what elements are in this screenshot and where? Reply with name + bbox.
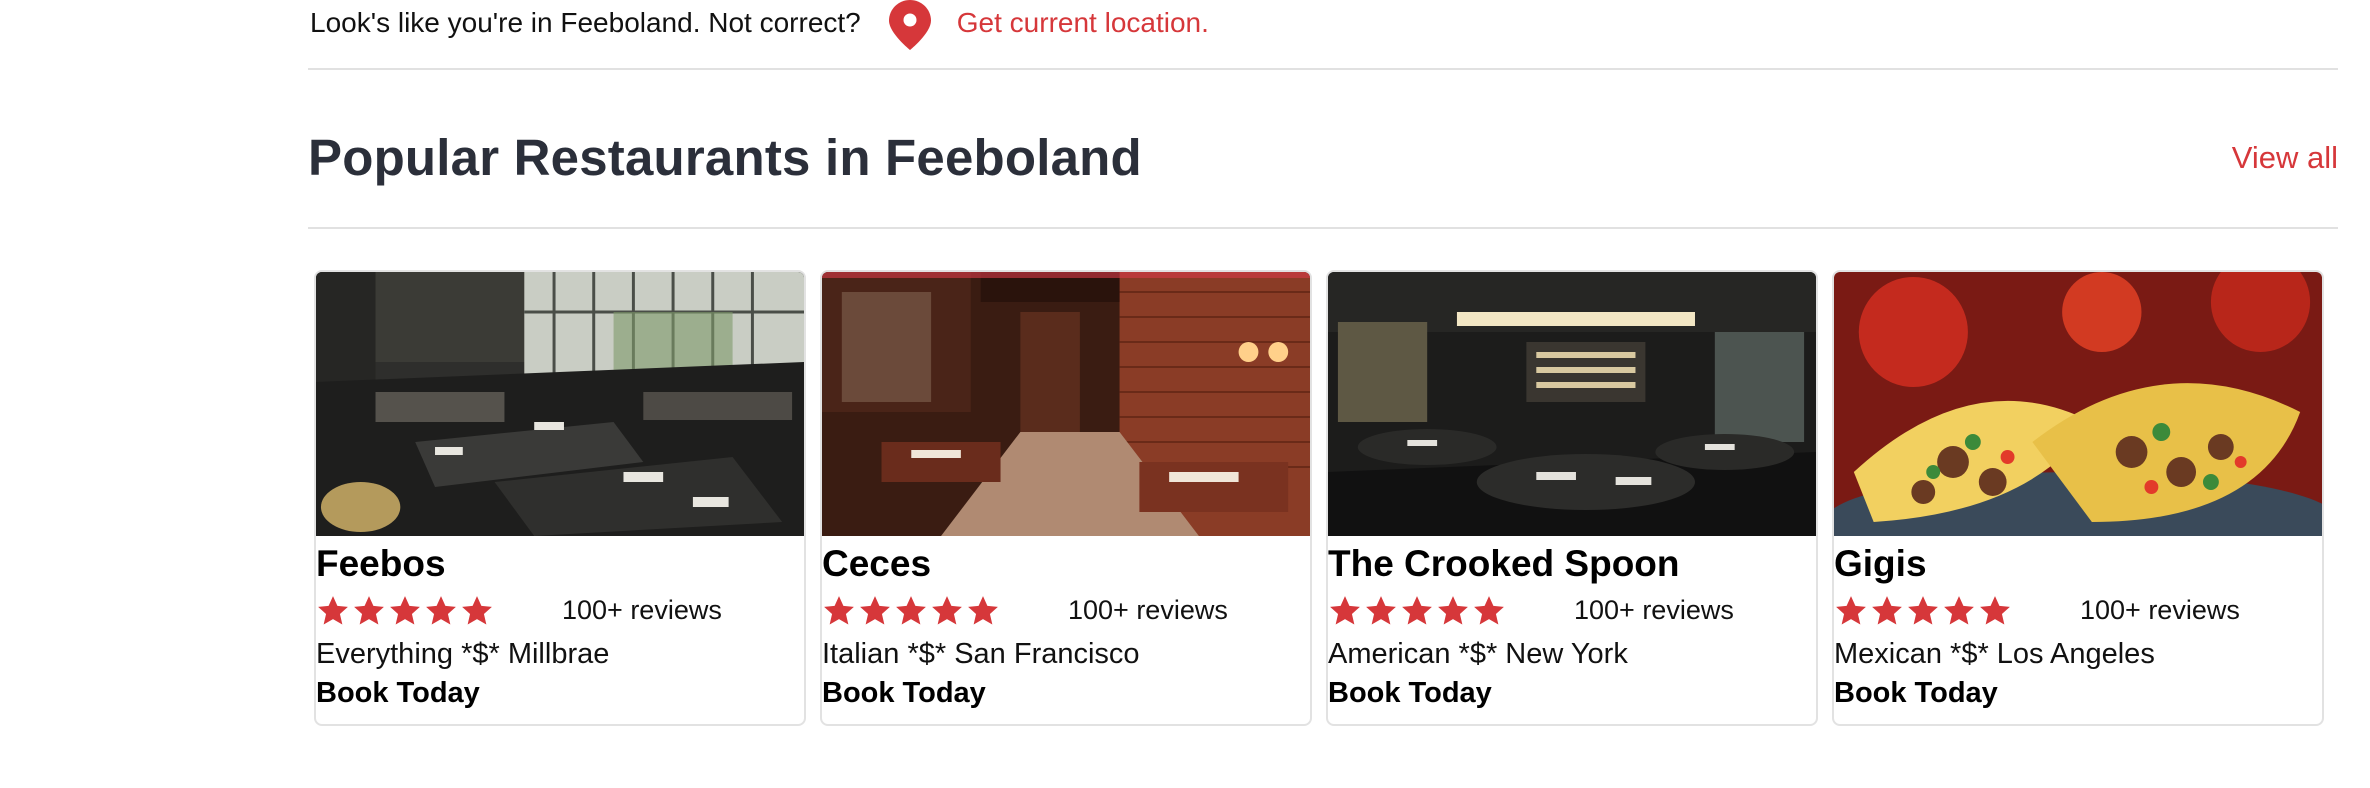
- star-icon: [1438, 595, 1468, 625]
- star-icon: [1944, 595, 1974, 625]
- restaurant-meta: Everything *$* Millbrae: [316, 637, 610, 670]
- star-icon: [1836, 595, 1866, 625]
- restaurant-name: The Crooked Spoon: [1328, 543, 1680, 584]
- book-today-button[interactable]: Book Today: [316, 676, 804, 711]
- restaurant-card[interactable]: Feebos 100+ reviews Everything *$* Millb…: [314, 270, 806, 726]
- star-icon: [1908, 595, 1938, 625]
- restaurant-photo: [1834, 272, 2322, 536]
- section-title: Popular Restaurants in Feeboland: [308, 129, 1142, 186]
- star-rating: [1328, 594, 1574, 628]
- review-count: 100+ reviews: [562, 595, 722, 626]
- restaurant-meta: Mexican *$* Los Angeles: [1834, 637, 2155, 670]
- restaurant-photo: [822, 272, 1310, 536]
- card-body: Ceces 100+ reviews Italian *$* San Franc…: [822, 536, 1310, 711]
- restaurant-photo: [1328, 272, 1816, 536]
- page: Look's like you're in Feeboland. Not cor…: [0, 0, 2370, 788]
- restaurant-name: Feebos: [316, 543, 446, 584]
- star-icon: [896, 595, 926, 625]
- star-icon: [354, 595, 384, 625]
- star-icon: [1366, 595, 1396, 625]
- review-count: 100+ reviews: [2080, 595, 2240, 626]
- divider: [308, 227, 2338, 229]
- star-icon: [1980, 595, 2010, 625]
- star-icon: [860, 595, 890, 625]
- card-body: Gigis 100+ reviews Mexican *$* Los Angel…: [1834, 536, 2322, 711]
- star-icon: [318, 595, 348, 625]
- star-rating: [316, 594, 562, 628]
- restaurant-card[interactable]: Ceces 100+ reviews Italian *$* San Franc…: [820, 270, 1312, 726]
- restaurant-card[interactable]: Gigis 100+ reviews Mexican *$* Los Angel…: [1832, 270, 2324, 726]
- star-icon: [1872, 595, 1902, 625]
- review-count: 100+ reviews: [1574, 595, 1734, 626]
- map-pin-icon[interactable]: [888, 0, 931, 50]
- view-all-link[interactable]: View all: [2232, 140, 2338, 176]
- restaurant-name: Ceces: [822, 543, 932, 584]
- star-icon: [968, 595, 998, 625]
- star-icon: [390, 595, 420, 625]
- star-icon: [1330, 595, 1360, 625]
- restaurant-meta: American *$* New York: [1328, 637, 1628, 670]
- rating-row: 100+ reviews: [1834, 589, 2322, 633]
- rating-row: 100+ reviews: [822, 589, 1310, 633]
- card-body: The Crooked Spoon 100+ reviews American …: [1328, 536, 1816, 711]
- get-current-location-link[interactable]: Get current location.: [957, 9, 1209, 37]
- restaurant-name: Gigis: [1834, 543, 1927, 584]
- review-count: 100+ reviews: [1068, 595, 1228, 626]
- restaurant-card[interactable]: The Crooked Spoon 100+ reviews American …: [1326, 270, 1818, 726]
- book-today-button[interactable]: Book Today: [822, 676, 1310, 711]
- divider: [308, 68, 2338, 70]
- star-icon: [1402, 595, 1432, 625]
- restaurant-meta: Italian *$* San Francisco: [822, 637, 1140, 670]
- book-today-button[interactable]: Book Today: [1328, 676, 1816, 711]
- star-rating: [1834, 594, 2080, 628]
- star-icon: [824, 595, 854, 625]
- location-bar: Look's like you're in Feeboland. Not cor…: [310, 0, 1209, 50]
- restaurant-card-list: Feebos 100+ reviews Everything *$* Millb…: [314, 270, 2324, 726]
- card-body: Feebos 100+ reviews Everything *$* Millb…: [316, 536, 804, 711]
- restaurant-photo: [316, 272, 804, 536]
- rating-row: 100+ reviews: [316, 589, 804, 633]
- star-icon: [426, 595, 456, 625]
- rating-row: 100+ reviews: [1328, 589, 1816, 633]
- book-today-button[interactable]: Book Today: [1834, 676, 2322, 711]
- location-message: Look's like you're in Feeboland. Not cor…: [310, 7, 861, 38]
- star-icon: [932, 595, 962, 625]
- star-icon: [1474, 595, 1504, 625]
- star-icon: [462, 595, 492, 625]
- star-rating: [822, 594, 1068, 628]
